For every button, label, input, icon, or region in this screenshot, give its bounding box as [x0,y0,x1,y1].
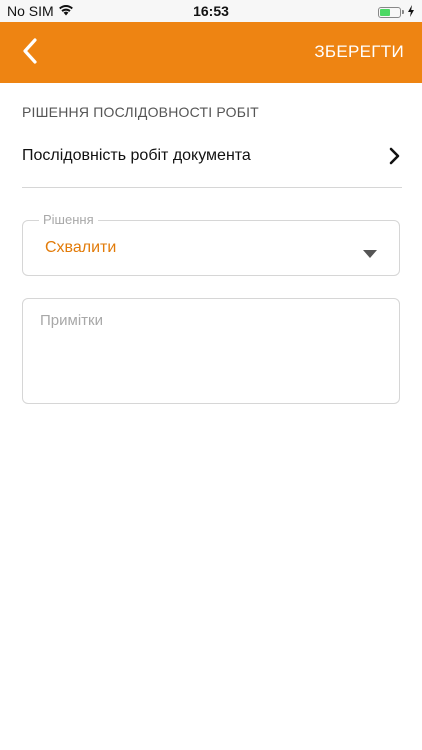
decision-select[interactable]: Рішення Схвалити [22,212,400,276]
save-button[interactable]: ЗБЕРЕГТИ [314,42,404,62]
battery-level [380,8,391,16]
back-button[interactable] [10,34,50,72]
section-header: РІШЕННЯ ПОСЛІДОВНОСТІ РОБІТ [22,104,259,120]
document-workflow-label: Послідовність робіт документа [22,147,251,164]
decision-label: Рішення [39,212,98,227]
status-bar: No SIM 16:53 [0,0,422,22]
document-workflow-row[interactable]: Послідовність робіт документа [22,130,402,188]
battery-indicator [378,4,415,20]
charging-bolt-icon [407,4,415,20]
battery-icon [378,6,401,18]
chevron-right-icon [388,147,400,170]
notes-input[interactable] [22,298,400,404]
decision-value: Схвалити [45,239,117,256]
battery-nub [402,10,404,14]
navigation-bar: ЗБЕРЕГТИ [0,22,422,83]
status-time: 16:53 [193,3,229,19]
chevron-left-icon [21,37,39,69]
caret-down-icon [363,245,377,263]
